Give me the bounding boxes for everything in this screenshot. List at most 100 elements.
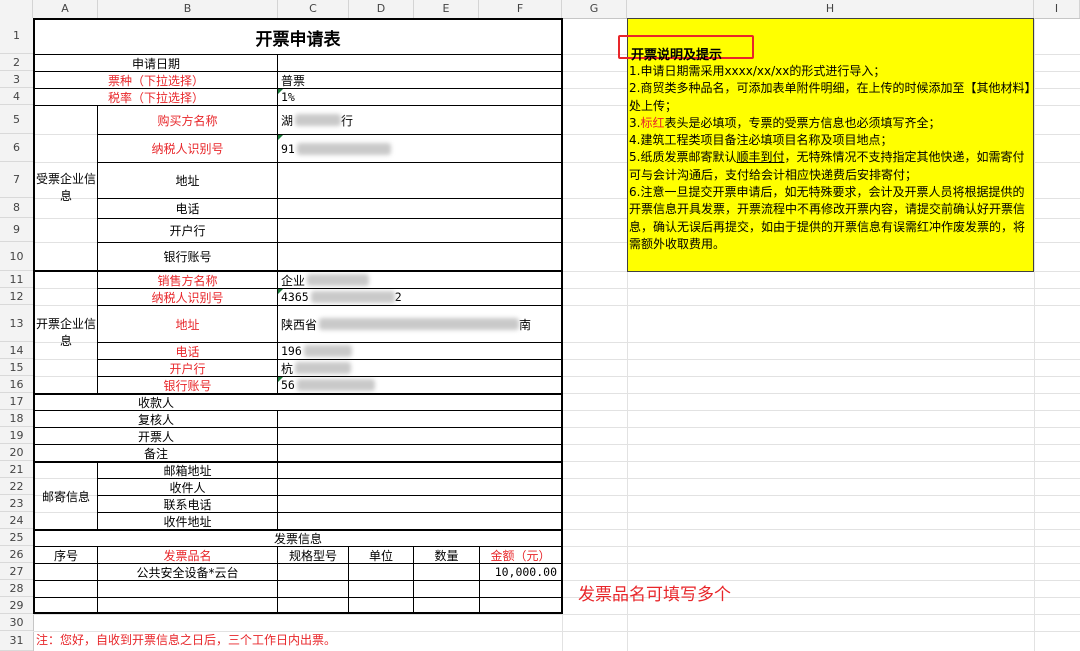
footer-note: 注：您好，自收到开票信息之日后，三个工作日内出票。	[36, 633, 337, 647]
row-header[interactable]: 16	[0, 376, 33, 393]
row-header-bar: 1 2 3 4 5 6 7 8 9 10 11 12 13 14 15 16 1…	[0, 18, 34, 651]
column-header-a[interactable]: A	[33, 0, 98, 18]
row-header[interactable]: 25	[0, 529, 33, 546]
seller-address-field[interactable]: 陕西省 南	[278, 306, 561, 342]
seller-account-label: 银行账号	[163, 378, 212, 393]
seller-address-label: 地址	[175, 317, 200, 332]
mail-phone-field[interactable]	[278, 496, 561, 512]
reviewer-field[interactable]	[278, 411, 561, 427]
buyer-tax-id-value: 91	[281, 141, 295, 156]
apply-date-field[interactable]	[278, 55, 561, 71]
row-header[interactable]: 21	[0, 461, 33, 478]
buyer-name-label: 购买方名称	[157, 113, 218, 128]
column-header-bar: A B C D E F G H I	[0, 0, 1080, 19]
column-header-g[interactable]: G	[562, 0, 627, 18]
mail-receiver-label: 收件人	[169, 480, 206, 495]
remark-label: 备注	[143, 446, 168, 461]
row-header[interactable]: 30	[0, 614, 33, 631]
note-title: 开票说明及提示	[631, 48, 723, 63]
seller-tax-id-field[interactable]: 4365 2	[278, 289, 561, 305]
mail-email-field[interactable]	[278, 463, 561, 478]
note-item-4: 4.建筑工程类项目备注必填项目名称及项目地点；	[629, 133, 893, 148]
row-header[interactable]: 5	[0, 105, 33, 134]
row-header[interactable]: 7	[0, 162, 33, 198]
row-amount-cell[interactable]: 10,000.00	[480, 564, 561, 580]
column-header-f[interactable]: F	[479, 0, 562, 18]
row-header[interactable]: 22	[0, 478, 33, 495]
column-header-c[interactable]: C	[278, 0, 349, 18]
payee-field[interactable]	[278, 395, 561, 410]
comment-marker-icon	[278, 289, 283, 294]
row-header[interactable]: 14	[0, 342, 33, 359]
row-header[interactable]: 13	[0, 305, 33, 342]
seller-address-tail: 南	[519, 317, 532, 332]
seller-tax-id-tail: 2	[394, 290, 402, 304]
empty-item-cell[interactable]	[98, 581, 277, 597]
column-header-b[interactable]: B	[98, 0, 278, 18]
row-header[interactable]: 11	[0, 271, 33, 288]
row-header[interactable]: 6	[0, 134, 33, 162]
row-item-name-cell[interactable]: 公共安全设备*云台	[98, 564, 277, 580]
row-header[interactable]: 3	[0, 71, 33, 88]
mail-address-field[interactable]	[278, 513, 561, 529]
row-header[interactable]: 18	[0, 410, 33, 427]
note-item-3-red: 标红	[640, 115, 665, 130]
seller-name-field[interactable]: 企业	[278, 272, 561, 288]
buyer-account-field[interactable]	[278, 243, 561, 270]
header-item-name: 发票品名	[163, 548, 212, 563]
row-header[interactable]: 19	[0, 427, 33, 444]
column-header-i[interactable]: I	[1034, 0, 1080, 18]
empty-item-cell[interactable]	[98, 598, 277, 612]
redacted-mask	[303, 345, 352, 357]
buyer-tax-id-field[interactable]: 91	[278, 135, 561, 162]
row-spec-cell[interactable]	[278, 564, 348, 580]
seller-phone-field[interactable]: 196	[278, 343, 561, 359]
seller-account-field[interactable]: 56	[278, 377, 561, 393]
issuer-field[interactable]	[278, 428, 561, 444]
row-header[interactable]: 23	[0, 495, 33, 512]
row-header[interactable]: 10	[0, 242, 33, 271]
row-header[interactable]: 26	[0, 546, 33, 563]
header-seq: 序号	[53, 548, 78, 563]
callout-text: 发票品名可填写多个	[578, 585, 731, 605]
row-seq-cell[interactable]	[35, 564, 97, 580]
note-item-1: 1.申请日期需采用xxxx/xx/xx的形式进行导入；	[629, 64, 886, 78]
row-header[interactable]: 28	[0, 580, 33, 597]
row-qty-cell[interactable]	[414, 564, 479, 580]
header-amount: 金额（元）	[490, 548, 551, 563]
column-header-d[interactable]: D	[349, 0, 414, 18]
buyer-section-label: 受票企业信息	[35, 172, 96, 203]
row-header[interactable]: 29	[0, 597, 33, 614]
buyer-tax-id-label: 纳税人识别号	[151, 142, 224, 156]
form-title: 开票申请表	[255, 29, 341, 50]
comment-marker-icon	[278, 135, 283, 140]
buyer-bank-field[interactable]	[278, 219, 561, 242]
select-all-corner[interactable]	[0, 0, 33, 18]
row-header[interactable]: 8	[0, 198, 33, 218]
row-header[interactable]: 24	[0, 512, 33, 529]
remark-field[interactable]	[278, 445, 561, 461]
row-header[interactable]: 4	[0, 88, 33, 105]
buyer-phone-field[interactable]	[278, 199, 561, 218]
row-unit-cell[interactable]	[349, 564, 413, 580]
mail-receiver-field[interactable]	[278, 479, 561, 495]
column-header-h[interactable]: H	[627, 0, 1034, 18]
redacted-mask	[307, 274, 370, 286]
seller-bank-field[interactable]: 杭	[278, 360, 561, 376]
row-header[interactable]: 17	[0, 393, 33, 410]
seller-name-value: 企业	[281, 273, 306, 288]
row-header[interactable]: 27	[0, 563, 33, 580]
column-header-e[interactable]: E	[414, 0, 479, 18]
buyer-name-field[interactable]: 湖行	[278, 106, 561, 134]
buyer-address-field[interactable]	[278, 163, 561, 198]
row-header[interactable]: 20	[0, 444, 33, 461]
tax-rate-select[interactable]: 1%	[278, 89, 561, 105]
row-header[interactable]: 15	[0, 359, 33, 376]
row-header[interactable]: 12	[0, 288, 33, 305]
note-item-2: 2.商贸类多种品名，可添加表单附件明细，在上传的时候添加至【其他材料】处上传；	[629, 81, 1031, 113]
row-header[interactable]: 2	[0, 54, 33, 71]
ticket-type-select[interactable]: 普票	[278, 72, 561, 88]
row-header[interactable]: 1	[0, 18, 33, 54]
row-header[interactable]: 31	[0, 631, 33, 651]
row-header[interactable]: 9	[0, 218, 33, 242]
